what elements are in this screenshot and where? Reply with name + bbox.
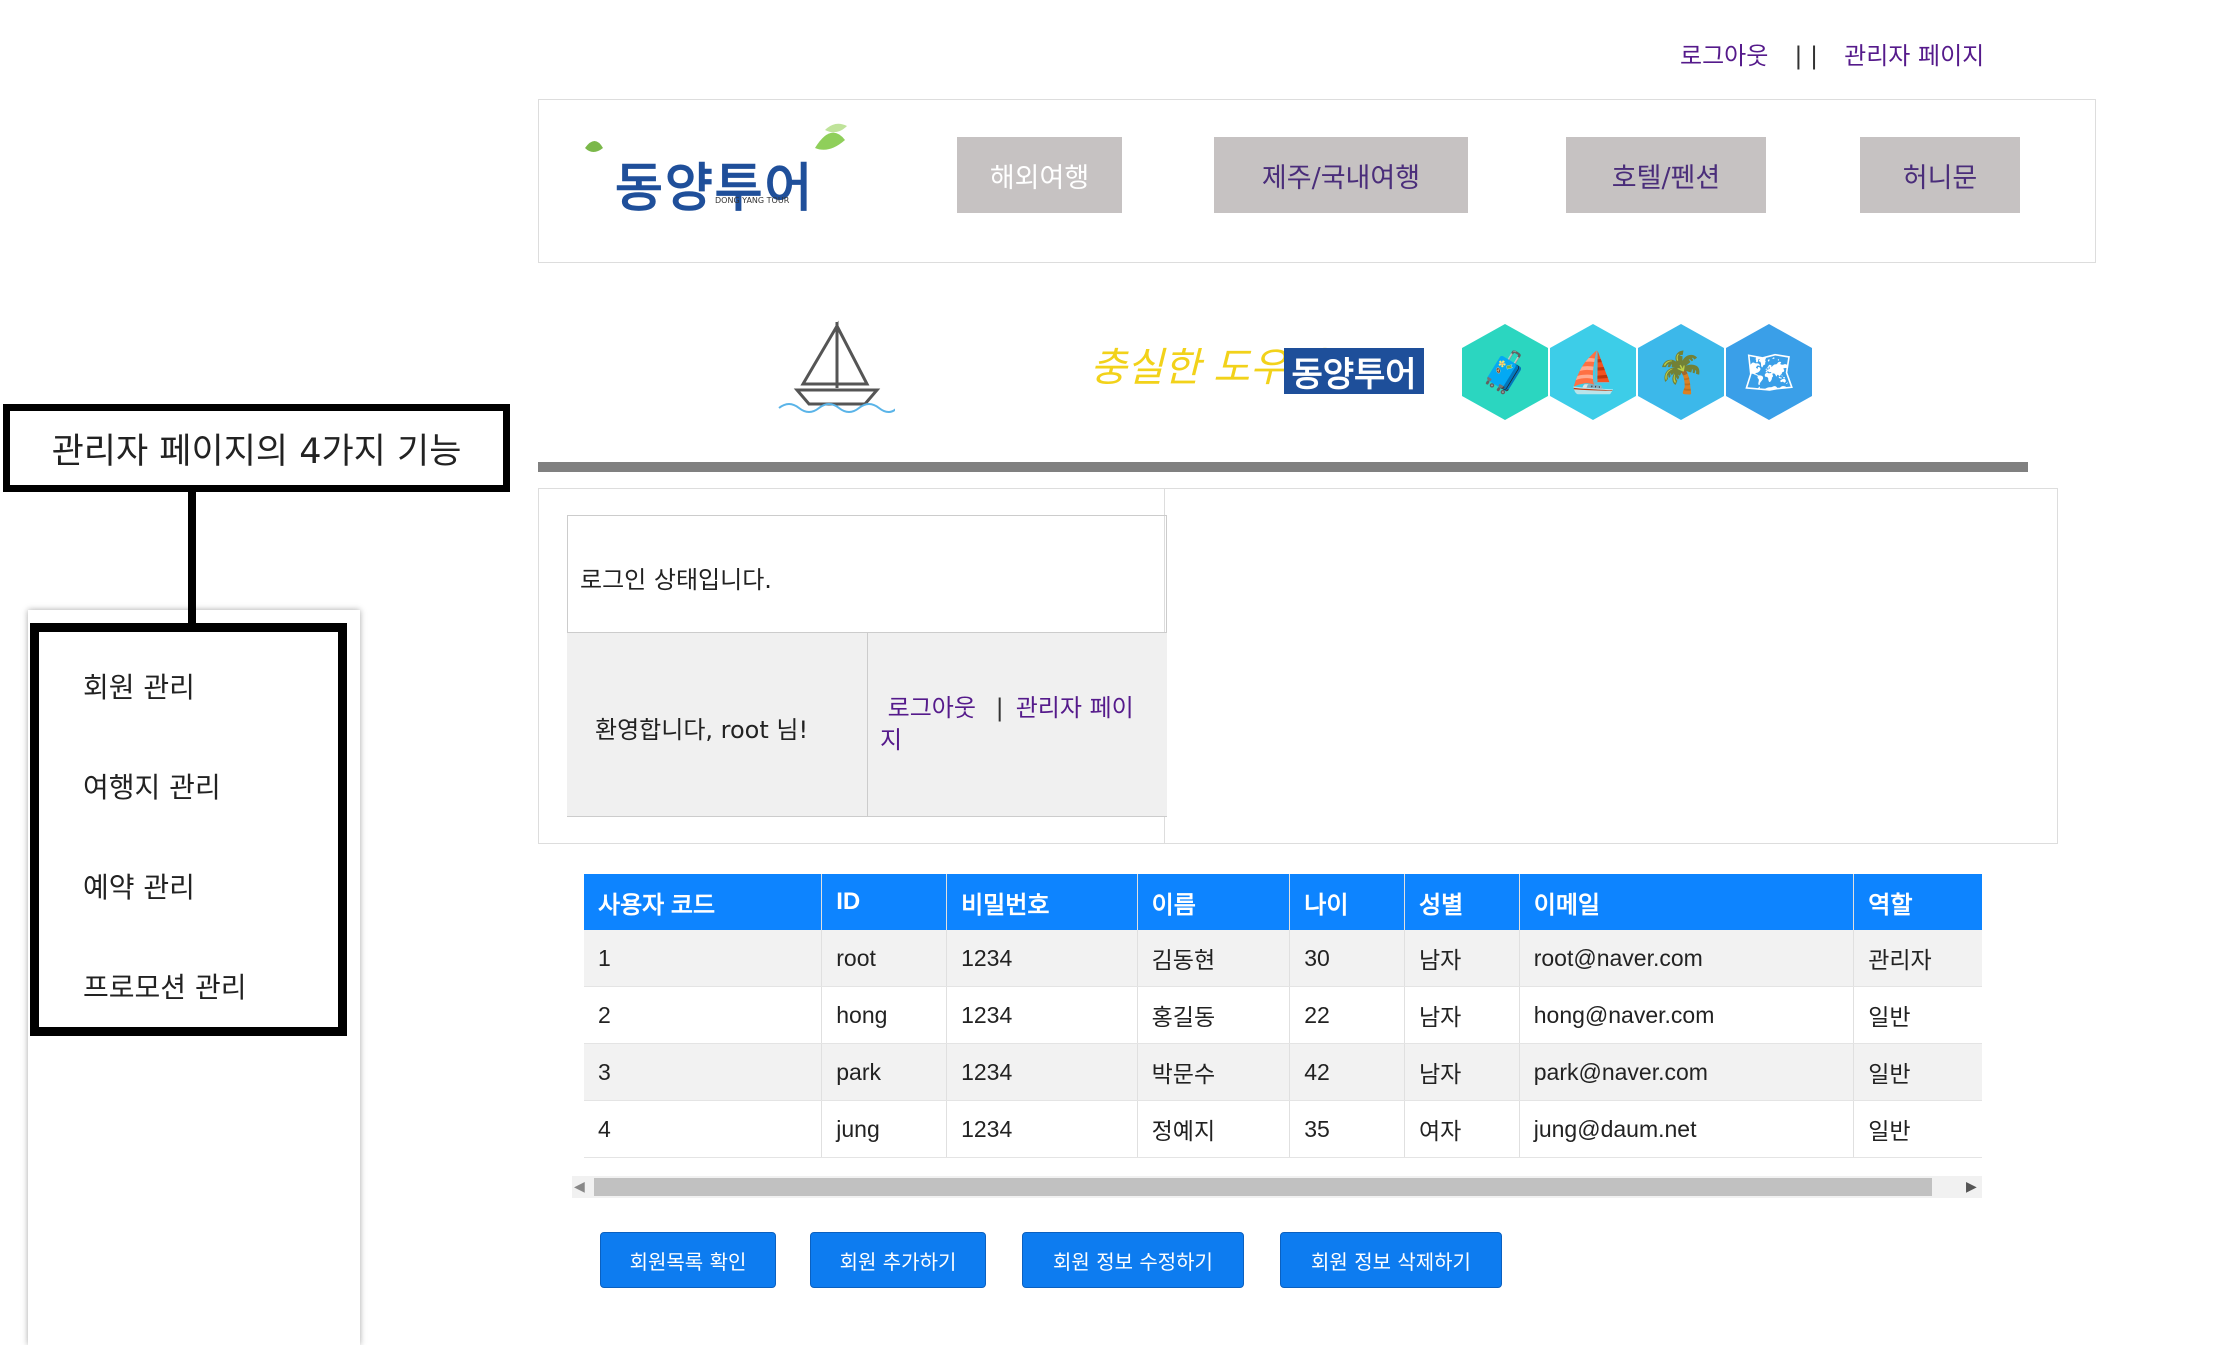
scrollbar-thumb[interactable]: [594, 1178, 1932, 1196]
cell-name: 박문수: [1136, 1043, 1290, 1101]
header-email: 이메일: [1518, 874, 1854, 930]
scroll-left-arrow-icon[interactable]: ◀: [574, 1176, 585, 1198]
scroll-right-arrow-icon[interactable]: ▶: [1966, 1176, 1977, 1198]
top-links-separator: | |: [1794, 42, 1819, 70]
view-members-button[interactable]: 회원목록 확인: [600, 1232, 776, 1288]
cell-email: root@naver.com: [1518, 930, 1854, 987]
cell-gender: 남자: [1403, 1043, 1520, 1101]
table-row[interactable]: 3 park 1234 박문수 42 남자 park@naver.com 일반: [584, 1043, 1982, 1101]
cell-age: 42: [1289, 1043, 1405, 1101]
top-links: 로그아웃 | | 관리자 페이지: [1680, 36, 1984, 71]
cell-user-code: 4: [584, 1100, 822, 1158]
cell-user-code: 1: [584, 930, 822, 987]
sailboat-hex-icon: ⛵: [1550, 324, 1636, 420]
cell-email: jung@daum.net: [1518, 1100, 1854, 1158]
divider-bar: [538, 462, 2028, 472]
member-table-container: 사용자 코드 ID 비밀번호 이름 나이 성별 이메일 역할 1 root 12…: [584, 874, 1982, 1164]
add-member-button[interactable]: 회원 추가하기: [810, 1232, 986, 1288]
logo-text: 동양투어: [615, 159, 815, 219]
cell-user-code: 3: [584, 1043, 822, 1101]
cell-gender: 남자: [1403, 930, 1520, 987]
annotation-title: 관리자 페이지의 4가지 기능: [3, 404, 510, 492]
panel-links: 로그아웃 | 관리자 페이지: [880, 692, 1140, 756]
map-icon: 🗺: [1726, 324, 1812, 420]
sailboat-icon: [778, 320, 895, 413]
header-role: 역할: [1853, 874, 1982, 930]
cell-id: jung: [821, 1100, 947, 1158]
nav-honeymoon[interactable]: 허니문: [1860, 137, 2020, 213]
table-row[interactable]: 4 jung 1234 정예지 35 여자 jung@daum.net 일반: [584, 1100, 1982, 1158]
header-name: 이름: [1136, 874, 1290, 930]
cell-id: park: [821, 1043, 947, 1101]
logo-subtext: DONG YANG TOUR: [715, 196, 790, 205]
sidebar-item-reservation[interactable]: 예약 관리: [83, 866, 195, 906]
table-row[interactable]: 1 root 1234 김동현 30 남자 root@naver.com 관리자: [584, 930, 1982, 987]
nav-overseas[interactable]: 해외여행: [957, 137, 1122, 213]
top-admin-link[interactable]: 관리자 페이지: [1844, 42, 1984, 70]
header-gender: 성별: [1403, 874, 1520, 930]
cell-id: root: [821, 930, 947, 987]
cell-role: 일반: [1853, 1100, 1982, 1158]
cell-name: 정예지: [1136, 1100, 1290, 1158]
cell-id: hong: [821, 986, 947, 1044]
welcome-text: 환영합니다, root 님!: [595, 716, 809, 744]
login-row-separator: [867, 632, 868, 816]
cell-password: 1234: [946, 1043, 1138, 1101]
panel-logout-link[interactable]: 로그아웃: [888, 694, 976, 722]
cell-gender: 남자: [1403, 986, 1520, 1044]
cell-name: 김동현: [1136, 930, 1290, 987]
delete-member-button[interactable]: 회원 정보 삭제하기: [1280, 1232, 1502, 1288]
table-row[interactable]: 2 hong 1234 홍길동 22 남자 hong@naver.com 일반: [584, 986, 1982, 1044]
cell-password: 1234: [946, 1100, 1138, 1158]
top-logout-link[interactable]: 로그아웃: [1680, 42, 1768, 70]
sidebar-item-destination[interactable]: 여행지 관리: [83, 766, 221, 806]
cell-name: 홍길동: [1136, 986, 1290, 1044]
cell-email: park@naver.com: [1518, 1043, 1854, 1101]
table-header-row: 사용자 코드 ID 비밀번호 이름 나이 성별 이메일 역할: [584, 874, 1982, 930]
cell-gender: 여자: [1403, 1100, 1520, 1158]
edit-member-button[interactable]: 회원 정보 수정하기: [1022, 1232, 1244, 1288]
cell-password: 1234: [946, 930, 1138, 987]
luggage-icon: 🧳: [1462, 324, 1548, 420]
cell-role: 일반: [1853, 1043, 1982, 1101]
panel-link-separator: |: [995, 694, 1004, 722]
header-id: ID: [821, 874, 947, 930]
cell-role: 관리자: [1853, 930, 1982, 987]
cell-role: 일반: [1853, 986, 1982, 1044]
cell-age: 35: [1289, 1100, 1405, 1158]
palm-tree-icon: 🌴: [1638, 324, 1724, 420]
member-table: 사용자 코드 ID 비밀번호 이름 나이 성별 이메일 역할 1 root 12…: [584, 874, 1982, 1158]
annotation-connector: [188, 492, 196, 627]
header-password: 비밀번호: [946, 874, 1138, 930]
sidebar-item-promotion[interactable]: 프로모션 관리: [83, 966, 246, 1006]
cell-age: 30: [1289, 930, 1405, 987]
login-status-text: 로그인 상태입니다.: [580, 566, 772, 594]
sidebar-item-member[interactable]: 회원 관리: [83, 666, 195, 706]
header-age: 나이: [1289, 874, 1405, 930]
cell-email: hong@naver.com: [1518, 986, 1854, 1044]
cell-password: 1234: [946, 986, 1138, 1044]
nav-jeju-domestic[interactable]: 제주/국내여행: [1214, 137, 1468, 213]
nav-hotel-pension[interactable]: 호텔/펜션: [1566, 137, 1766, 213]
cell-age: 22: [1289, 986, 1405, 1044]
cell-user-code: 2: [584, 986, 822, 1044]
banner-brand: 동양투어: [1284, 348, 1424, 395]
header-user-code: 사용자 코드: [584, 874, 822, 930]
